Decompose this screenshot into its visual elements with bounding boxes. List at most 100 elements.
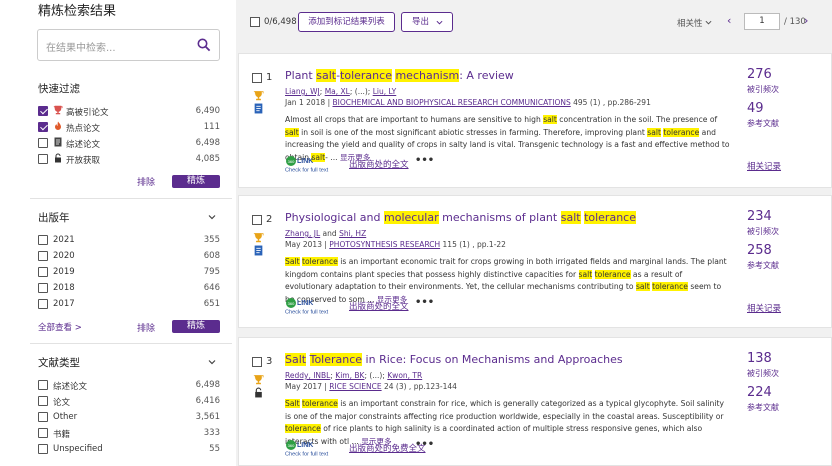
author-link[interactable]: Kwon, TR (387, 371, 422, 380)
doc-type-filter-item[interactable]: 综述论文 6,498 (38, 378, 220, 392)
search-term-highlight: molecular (384, 211, 439, 224)
more-options-icon[interactable]: ••• (415, 155, 434, 166)
next-page-icon[interactable]: › (804, 14, 808, 27)
filter-label: 2019 (53, 267, 75, 277)
filter-label: 综述论文 (66, 140, 101, 150)
result-number: 3 (266, 356, 273, 367)
checkbox[interactable] (38, 412, 48, 422)
citation-count[interactable]: 138 (747, 351, 772, 366)
sort-dropdown[interactable]: 相关性 (677, 17, 712, 29)
author-link[interactable]: Kim, BK (335, 371, 364, 380)
quick-filter-item[interactable]: 热点论文 111 (38, 120, 220, 134)
year-filter-item[interactable]: 2021 355 (38, 233, 220, 247)
chevron-down-icon[interactable] (208, 358, 216, 366)
checkbox[interactable] (38, 444, 48, 454)
search-term-highlight: tolerance (652, 282, 688, 292)
publication-date: May 2013 (285, 240, 322, 249)
reference-count[interactable]: 258 (747, 243, 772, 258)
checkbox[interactable] (38, 380, 48, 390)
exclude-button[interactable]: 排除 (137, 321, 155, 334)
link-check-logo[interactable]: 360 LINK Check for full text (285, 297, 345, 316)
search-term-highlight: Salt (285, 399, 300, 408)
result-title-link[interactable]: Physiological and molecular mechanisms o… (285, 211, 636, 224)
checkbox[interactable] (38, 267, 48, 277)
reference-count[interactable]: 49 (747, 101, 764, 116)
quick-filter-item[interactable]: 综述论文 6,498 (38, 136, 220, 150)
search-term-highlight: salt (316, 69, 337, 82)
citation-label: 被引频次 (747, 227, 779, 236)
more-options-icon[interactable]: ••• (415, 297, 434, 308)
checkbox[interactable] (38, 235, 48, 245)
result-checkbox[interactable] (252, 215, 262, 225)
add-to-marked-list-button[interactable]: 添加到标记结果列表 (298, 12, 395, 32)
refine-button[interactable]: 精炼 (172, 320, 220, 333)
link-check-logo[interactable]: 360 LINK Check for full text (285, 439, 345, 458)
publisher-full-text-link[interactable]: 出版商处的全文 (349, 300, 409, 312)
result-checkbox[interactable] (252, 357, 262, 367)
year-filter-item[interactable]: 2020 608 (38, 249, 220, 263)
checkbox[interactable] (38, 428, 48, 438)
filter-count: 55 (209, 444, 220, 454)
doc-type-filter-item[interactable]: Other 3,561 (38, 410, 220, 424)
result-title-link[interactable]: Plant salt-tolerance mechanism: A review (285, 69, 514, 82)
citation-count[interactable]: 234 (747, 209, 772, 224)
year-filter-item[interactable]: 2018 646 (38, 281, 220, 295)
exclude-button[interactable]: 排除 (137, 175, 155, 188)
document-icon (253, 99, 264, 114)
result-checkbox[interactable] (252, 73, 262, 83)
page-number-input[interactable]: 1 (744, 13, 780, 30)
checkbox[interactable] (38, 299, 48, 309)
checkbox[interactable] (38, 138, 48, 148)
chevron-down-icon[interactable] (208, 213, 216, 221)
search-icon[interactable] (197, 38, 211, 52)
author-link[interactable]: Zhang, JL (285, 229, 320, 238)
result-authors: Liang, WJ; Ma, XL; (...); Liu, LY (285, 87, 397, 96)
select-all-checkbox[interactable] (250, 17, 260, 27)
checkbox[interactable] (38, 396, 48, 406)
search-term-highlight: tolerance (285, 424, 321, 434)
filter-count: 4,085 (195, 154, 220, 164)
filter-count: 6,498 (195, 138, 220, 148)
doc-type-filter-item[interactable]: 论文 6,416 (38, 394, 220, 408)
year-heading: 出版年 (38, 212, 70, 224)
quick-filter-item[interactable]: 高被引论文 6,490 (38, 104, 220, 118)
author-link[interactable]: Reddy, INBL (285, 371, 330, 380)
refine-search-input[interactable]: 在结果中检索... (37, 29, 220, 61)
search-term-highlight: tolerance (584, 211, 636, 224)
citation-count[interactable]: 276 (747, 67, 772, 82)
journal-link[interactable]: PHOTOSYNTHESIS RESEARCH (329, 240, 440, 249)
related-records-link[interactable]: 相关记录 (747, 302, 781, 314)
results-panel: 0/6,498 添加到标记结果列表 导出 相关性 ‹ 1 / 130 › 1 Pl… (236, 0, 832, 466)
search-term-highlight: mechanism (395, 69, 460, 82)
year-filter-item[interactable]: 2017 651 (38, 297, 220, 311)
checkbox[interactable] (38, 122, 48, 132)
reference-count[interactable]: 224 (747, 385, 772, 400)
checkbox[interactable] (38, 251, 48, 261)
author-link[interactable]: Liu, LY (373, 87, 397, 96)
view-all-link[interactable]: 全部查看 > (38, 321, 82, 333)
author-link[interactable]: Shi, HZ (339, 229, 366, 238)
prev-page-icon[interactable]: ‹ (727, 14, 731, 27)
quick-filter-item[interactable]: 开放获取 4,085 (38, 152, 220, 166)
publisher-full-text-link[interactable]: 出版商处的全文 (349, 158, 409, 170)
result-source: May 2013 | PHOTOSYNTHESIS RESEARCH 115 (… (285, 240, 506, 249)
result-title-link[interactable]: Salt Tolerance in Rice: Focus on Mechani… (285, 353, 623, 366)
result-authors: Zhang, JL and Shi, HZ (285, 229, 367, 238)
checkbox[interactable] (38, 106, 48, 116)
link-check-logo[interactable]: 360 LINK Check for full text (285, 155, 345, 174)
doc-type-filter-item[interactable]: Unspecified 55 (38, 442, 220, 456)
export-button[interactable]: 导出 (401, 12, 453, 32)
year-filter-item[interactable]: 2019 795 (38, 265, 220, 279)
journal-link[interactable]: BIOCHEMICAL AND BIOPHYSICAL RESEARCH COM… (333, 98, 571, 107)
journal-link[interactable]: RICE SCIENCE (329, 382, 381, 391)
doc-type-filter-item[interactable]: 书籍 333 (38, 426, 220, 440)
refine-button[interactable]: 精炼 (172, 175, 220, 188)
author-link[interactable]: Liang, WJ (285, 87, 320, 96)
results-toolbar: 0/6,498 添加到标记结果列表 导出 相关性 ‹ 1 / 130 › (236, 0, 832, 42)
checkbox[interactable] (38, 154, 48, 164)
related-records-link[interactable]: 相关记录 (747, 160, 781, 172)
filter-label: 2020 (53, 251, 75, 261)
more-options-icon[interactable]: ••• (415, 439, 434, 450)
author-link[interactable]: Ma, XL (325, 87, 350, 96)
checkbox[interactable] (38, 283, 48, 293)
